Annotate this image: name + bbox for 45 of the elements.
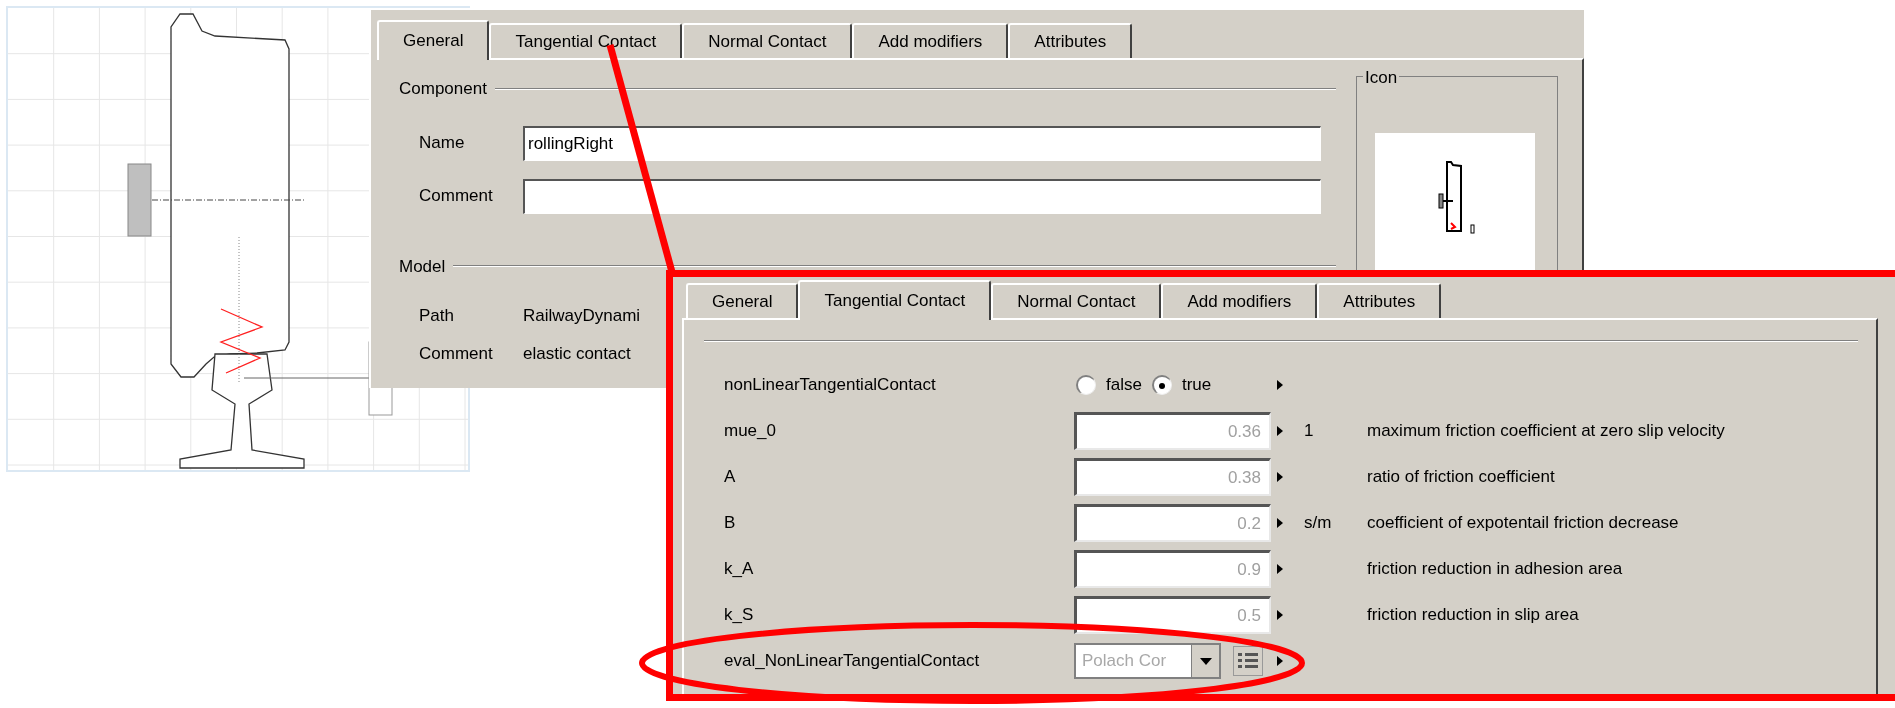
- tab[interactable]: Add modifiers: [852, 23, 1009, 58]
- tab[interactable]: General: [377, 20, 490, 60]
- field-label: Comment: [419, 185, 494, 208]
- parameter-name: B: [724, 512, 737, 535]
- parameter-name: eval_NonLinearTangentialContact: [724, 650, 981, 673]
- dropdown-caret-icon: [1199, 657, 1212, 665]
- parameter-name: mue_0: [724, 420, 777, 443]
- expand-arrow-icon[interactable]: [1277, 426, 1283, 436]
- tab[interactable]: Attributes: [1317, 283, 1442, 318]
- list-icon[interactable]: [1233, 646, 1263, 676]
- radio-option[interactable]: true: [1151, 372, 1212, 398]
- group-title: Model: [399, 255, 446, 278]
- parameter-unit: s/m: [1304, 513, 1332, 533]
- tab[interactable]: Normal Contact: [991, 283, 1162, 318]
- parameter-unit: 1: [1304, 421, 1314, 441]
- parameter-description: coefficient of expotentail friction decrease: [1367, 512, 1679, 535]
- parameter-description: friction reduction in slip area: [1367, 604, 1579, 627]
- tab[interactable]: Tangential Contact: [489, 23, 683, 58]
- group-title: Component: [399, 78, 487, 100]
- expand-arrow-icon[interactable]: [1277, 518, 1283, 528]
- tab[interactable]: General: [686, 283, 799, 318]
- field-label: Path: [419, 305, 455, 327]
- expand-arrow-icon[interactable]: [1277, 564, 1283, 574]
- tab[interactable]: Tangential Contact: [798, 280, 992, 320]
- expand-arrow-icon[interactable]: [1277, 656, 1283, 666]
- expand-arrow-icon[interactable]: [1277, 610, 1283, 620]
- tab[interactable]: Add modifiers: [1161, 283, 1318, 318]
- parameter-description: ratio of friction coefficient: [1367, 466, 1555, 489]
- radio-option[interactable]: false: [1076, 372, 1142, 398]
- field-value: RailwayDynami: [523, 305, 641, 327]
- expand-arrow-icon[interactable]: [1277, 472, 1283, 482]
- tab[interactable]: Normal Contact: [682, 23, 853, 58]
- field-label: Comment: [419, 342, 494, 365]
- field-value: elastic contact: [523, 342, 631, 365]
- parameter-name: A: [724, 466, 737, 489]
- field-label: Name: [419, 132, 466, 155]
- tab[interactable]: Attributes: [1008, 23, 1133, 58]
- parameter-name: k_S: [724, 604, 755, 627]
- text-field[interactable]: [523, 178, 1321, 214]
- parameter-description: maximum friction coefficient at zero slip velocity: [1367, 420, 1725, 443]
- parameter-name: k_A: [724, 558, 755, 581]
- text-field[interactable]: rollingRight: [523, 125, 1321, 161]
- parameter-name: nonLinearTangentialContact: [724, 374, 937, 397]
- parameter-description: friction reduction in adhesion area: [1367, 558, 1623, 581]
- expand-arrow-icon[interactable]: [1277, 380, 1283, 390]
